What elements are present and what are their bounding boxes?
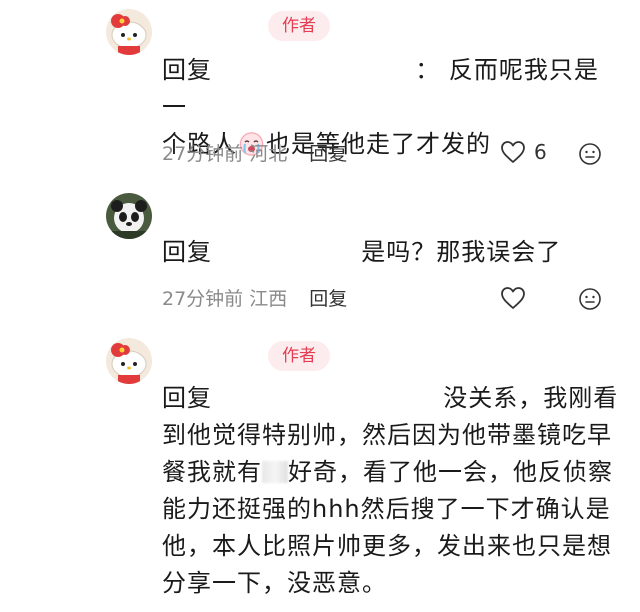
comment-text-line1: 反而呢我只是一 bbox=[162, 56, 599, 121]
comment-time: 27分钟前 bbox=[162, 143, 244, 165]
like-count: 6 bbox=[534, 140, 547, 164]
reply-prefix[interactable]: 回复 bbox=[162, 238, 212, 266]
comment-line: 他，本人比照片帅更多，发出来也只是想 bbox=[162, 532, 612, 560]
emoji-smile-icon[interactable] bbox=[578, 142, 602, 166]
emoji-smile-icon[interactable] bbox=[578, 287, 602, 311]
comment-line: 餐我就有 好奇，看了他一会，他反侦察 bbox=[162, 454, 622, 491]
comment-text: 回复 是吗？那我误会了 bbox=[162, 234, 622, 271]
reply-button[interactable]: 回复 bbox=[309, 143, 347, 165]
hello-kitty-avatar-icon[interactable] bbox=[106, 338, 152, 384]
comment-line: 回复 是吗？那我误会了 bbox=[162, 234, 622, 271]
comment-text-line1: 是吗？那我误会了 bbox=[361, 238, 562, 266]
reply-separator: ： bbox=[415, 56, 441, 84]
comment-line: 到他觉得特别帅，然后因为他带墨镜吃早 bbox=[162, 421, 612, 449]
like-button[interactable] bbox=[500, 286, 526, 310]
comment-location: 河北 bbox=[249, 143, 288, 165]
like-button[interactable]: 6 bbox=[500, 140, 547, 164]
reply-button[interactable]: 回复 bbox=[309, 288, 347, 310]
comment-line: 回复 ： 反而呢我只是一 bbox=[162, 52, 622, 126]
comment-line: 能力还挺强的hhh然后搜了一下才确认是 bbox=[162, 495, 611, 523]
comment-line: 回复 没关系，我刚看 bbox=[162, 380, 622, 417]
author-badge: 作者 bbox=[268, 341, 330, 371]
reply-prefix[interactable]: 回复 bbox=[162, 384, 212, 412]
comment-location: 江西 bbox=[249, 288, 288, 310]
comment-meta: 27分钟前 江西 回复 bbox=[162, 286, 347, 312]
comment-text-line3a: 餐我就有 bbox=[162, 458, 262, 486]
hello-kitty-avatar-icon[interactable] bbox=[106, 9, 152, 55]
heart-icon[interactable] bbox=[500, 140, 526, 164]
comment-text-line1: 没关系，我刚看 bbox=[443, 384, 619, 412]
comment-text-line3b: 好奇，看了他一会，他反侦察 bbox=[288, 458, 613, 486]
blurred-word bbox=[262, 461, 288, 483]
author-badge: 作者 bbox=[268, 11, 330, 41]
comment-line: 分享一下，没恶意。 bbox=[162, 569, 387, 597]
panda-avatar-icon[interactable] bbox=[106, 193, 152, 239]
reply-prefix[interactable]: 回复 bbox=[162, 56, 212, 84]
comment-text: 回复 没关系，我刚看 到他觉得特别帅，然后因为他带墨镜吃早 餐我就有 好奇，看了他… bbox=[162, 380, 622, 602]
comment-time: 27分钟前 bbox=[162, 288, 244, 310]
comment-meta: 27分钟前 河北 回复 bbox=[162, 141, 347, 167]
heart-icon[interactable] bbox=[500, 286, 526, 310]
